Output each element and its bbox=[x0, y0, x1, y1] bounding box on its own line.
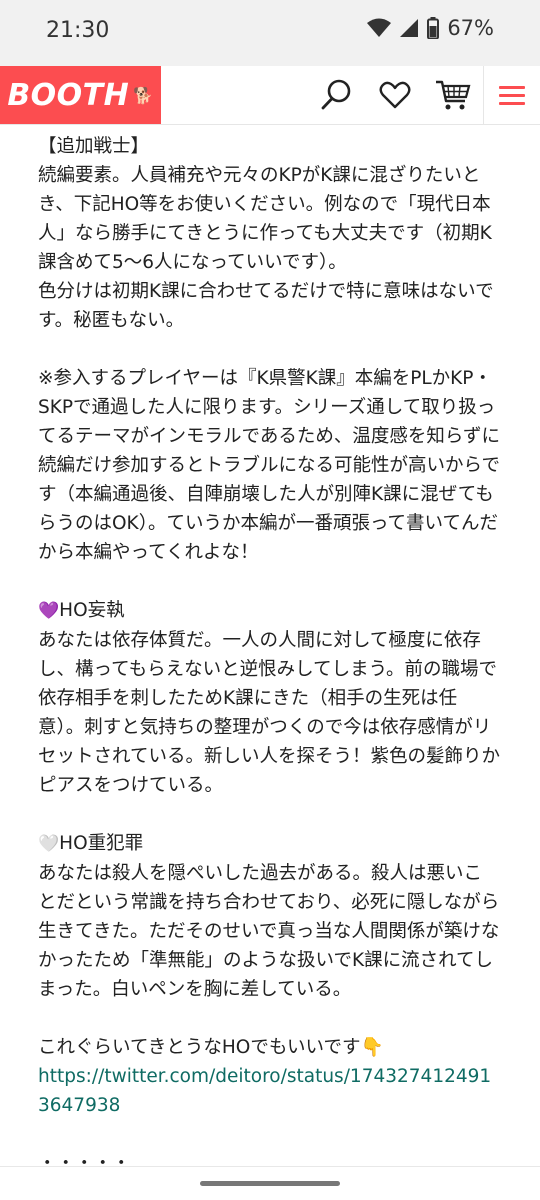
search-button[interactable] bbox=[320, 78, 354, 112]
ho-title-obsession-text: HO妄執 bbox=[59, 600, 125, 621]
heart-icon bbox=[378, 81, 412, 116]
menu-icon bbox=[497, 86, 527, 116]
ellipsis-text: ・・・・・ bbox=[38, 1153, 131, 1174]
ho-title-felony-text: HO重犯罪 bbox=[59, 833, 144, 854]
requirement-paragraph: ※参入するプレイヤーは『K県警K課』本編をPLかKP・SKPで通過した人に限りま… bbox=[38, 368, 500, 563]
section-heading: 【追加戦士】 bbox=[38, 136, 150, 157]
closing-line: これぐらいてきとうなHOでもいいです👇 bbox=[38, 1037, 384, 1058]
ho-body-obsession: あなたは依存体質だ。一人の人間に対して極度に依存し、構ってもらえないと逆恨みして… bbox=[38, 630, 500, 796]
status-icons: 67% bbox=[367, 16, 494, 40]
ho-title-felony: 🤍HO重犯罪 bbox=[38, 829, 500, 859]
wifi-icon bbox=[367, 18, 392, 38]
gesture-nav-bar[interactable] bbox=[200, 1181, 340, 1186]
white-heart-icon: 🤍 bbox=[38, 834, 60, 854]
battery-icon bbox=[427, 17, 440, 39]
booth-logo[interactable]: BOOTH 🐕 bbox=[0, 66, 161, 124]
header-divider bbox=[483, 66, 484, 124]
cart-button[interactable] bbox=[434, 78, 472, 112]
battery-percent: 67% bbox=[447, 16, 494, 40]
status-bar: 21:30 67% bbox=[0, 0, 540, 66]
bottom-divider bbox=[0, 1166, 540, 1167]
app-header: BOOTH 🐕 bbox=[0, 66, 540, 125]
purple-heart-icon: 💜 bbox=[38, 601, 60, 621]
description-text: 【追加戦士】 続編要素。人員補充や元々のKPがK課に混ざりたいとき、下記HO等を… bbox=[38, 132, 500, 1178]
menu-button[interactable] bbox=[497, 78, 527, 112]
logo-text: BOOTH bbox=[7, 77, 130, 113]
cell-signal-icon bbox=[399, 18, 419, 38]
status-time: 21:30 bbox=[46, 18, 110, 43]
intro-paragraph: 続編要素。人員補充や元々のKPがK課に混ざりたいとき、下記HO等をお使いください… bbox=[38, 165, 494, 331]
cart-icon bbox=[434, 80, 472, 116]
dog-mascot-icon: 🐕 bbox=[133, 85, 154, 105]
favorites-button[interactable] bbox=[378, 78, 412, 112]
ho-body-felony: あなたは殺人を隠ぺいした過去がある。殺人は悪いことだという常識を持ち合わせており… bbox=[38, 863, 500, 1000]
twitter-link[interactable]: https://twitter.com/deitoro/status/17432… bbox=[38, 1062, 500, 1120]
ho-title-obsession: 💜HO妄執 bbox=[38, 596, 500, 626]
search-icon bbox=[320, 79, 354, 116]
